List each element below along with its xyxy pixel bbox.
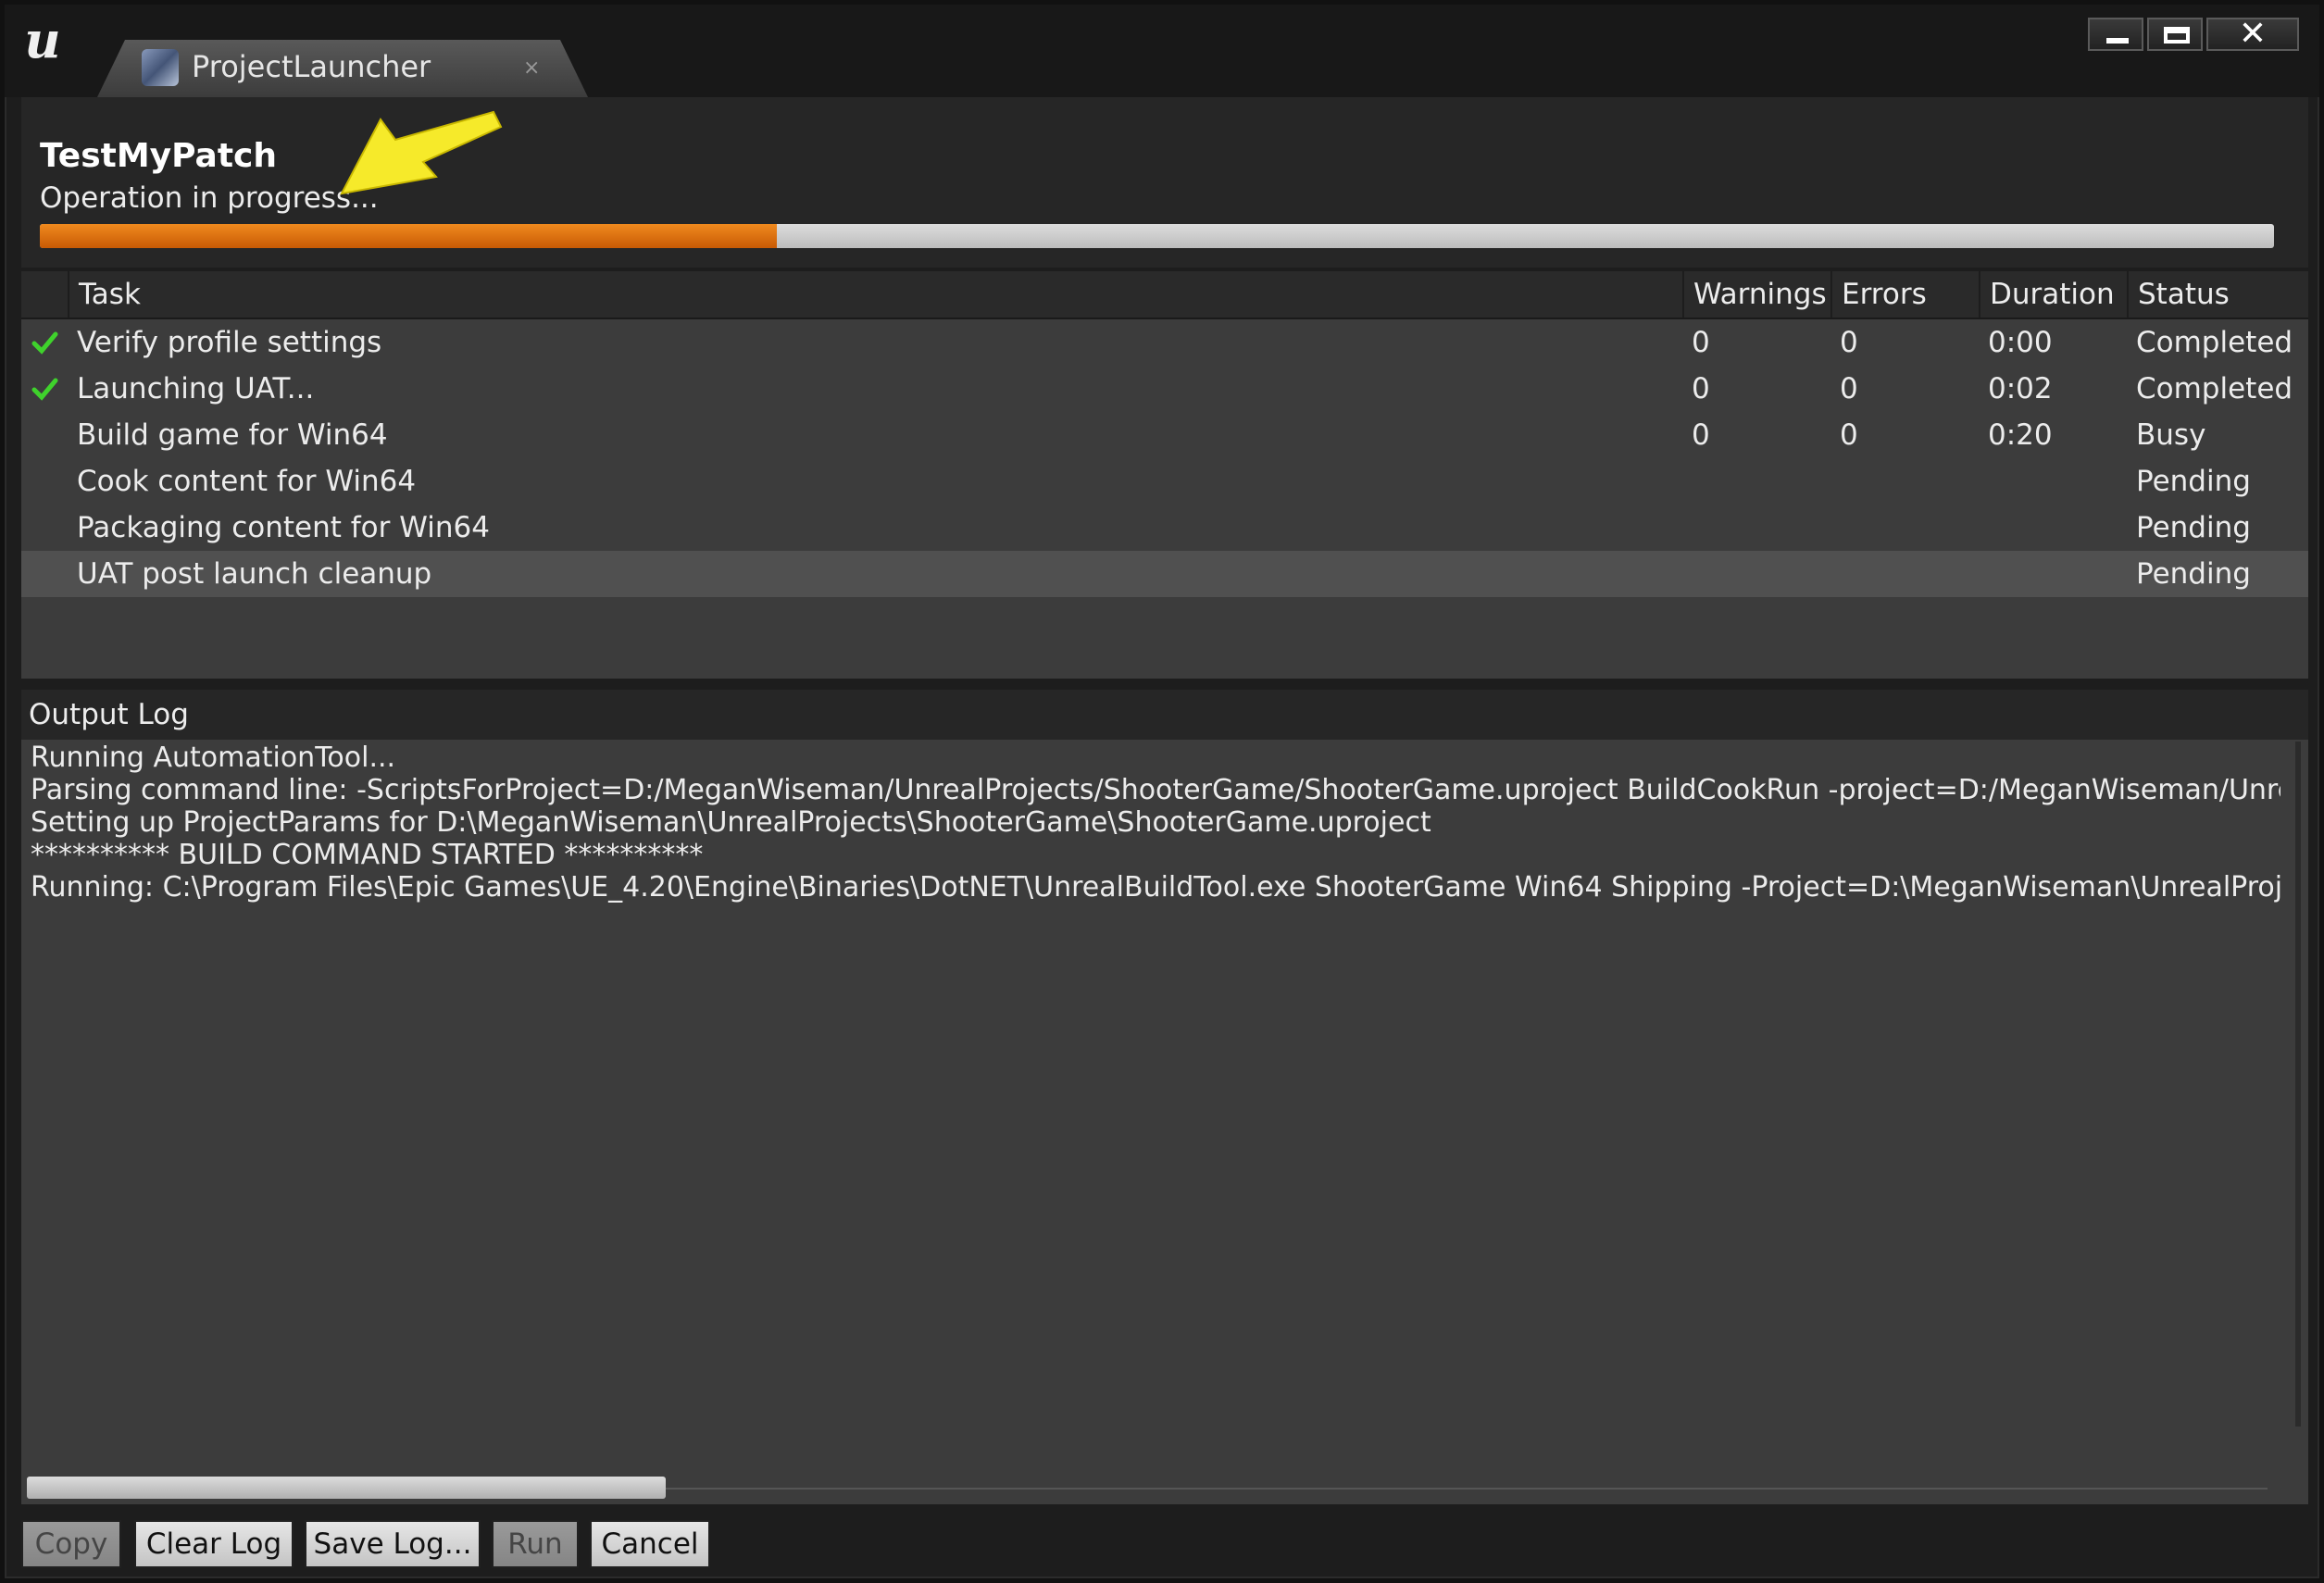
project-launcher-window: u ProjectLauncher × ✕ TestMyPatch Operat… (0, 0, 2324, 1583)
task-duration: 0:00 (1988, 326, 2053, 359)
minimize-button[interactable] (2088, 18, 2143, 51)
column-header-status[interactable]: Status (2127, 271, 2308, 318)
task-list-header: Task Warnings Errors Duration Status (21, 271, 2308, 319)
task-name: Packaging content for Win64 (77, 511, 490, 544)
log-line: Setting up ProjectParams for D:\MeganWis… (31, 806, 1431, 839)
maximize-button[interactable] (2147, 18, 2203, 51)
table-row[interactable]: Packaging content for Win64 Pending (21, 505, 2308, 551)
project-launcher-icon (142, 49, 179, 86)
checkmark-icon (31, 378, 58, 401)
task-errors: 0 (1840, 372, 1858, 405)
log-line: ********** BUILD COMMAND STARTED *******… (31, 839, 704, 871)
task-name: Launching UAT... (77, 372, 315, 405)
log-line: Running: C:\Program Files\Epic Games\UE_… (31, 871, 2280, 904)
close-icon: ✕ (2238, 15, 2268, 53)
column-header-warnings[interactable]: Warnings (1682, 271, 1830, 318)
copy-button[interactable]: Copy (21, 1520, 121, 1568)
save-log-button[interactable]: Save Log... (305, 1520, 481, 1568)
column-header-task[interactable]: Task (68, 271, 1697, 318)
title-bar: u ProjectLauncher × ✕ (5, 5, 2319, 97)
task-status: Pending (2136, 465, 2251, 498)
table-row[interactable]: Cook content for Win64 Pending (21, 458, 2308, 505)
progress-bar (40, 224, 2274, 248)
output-log-panel: Output Log Running AutomationTool... Pars… (21, 690, 2308, 1504)
output-log-text[interactable]: Running AutomationTool... Parsing command… (31, 742, 2280, 1408)
task-warnings: 0 (1692, 418, 1710, 452)
cancel-button[interactable]: Cancel (590, 1520, 710, 1568)
tab-close-icon[interactable]: × (523, 55, 540, 82)
task-name: Build game for Win64 (77, 418, 388, 452)
table-row[interactable]: Build game for Win64 0 0 0:20 Busy (21, 412, 2308, 458)
close-button[interactable]: ✕ (2206, 15, 2299, 53)
maximize-icon (2164, 27, 2190, 44)
task-list: Task Warnings Errors Duration Status Ver… (21, 271, 2308, 679)
table-row[interactable]: Launching UAT... 0 0 0:02 Completed (21, 366, 2308, 412)
task-duration: 0:20 (1988, 418, 2053, 452)
profile-name: TestMyPatch (40, 137, 278, 175)
log-line: Parsing command line: -ScriptsForProject… (31, 774, 2280, 806)
column-header-errors[interactable]: Errors (1830, 271, 1979, 318)
task-status: Completed (2136, 372, 2293, 405)
task-warnings: 0 (1692, 372, 1710, 405)
log-vertical-scrollbar[interactable] (2295, 742, 2301, 1427)
task-status: Pending (2136, 511, 2251, 544)
task-errors: 0 (1840, 418, 1858, 452)
task-status: Busy (2136, 418, 2206, 452)
tab-label: ProjectLauncher (192, 49, 431, 84)
log-line: Running AutomationTool... (31, 742, 396, 774)
task-status: Pending (2136, 557, 2251, 591)
unreal-logo-icon: u (24, 10, 61, 69)
output-log-title: Output Log (21, 690, 2308, 740)
progress-status-text: Operation in progress... (40, 181, 379, 215)
task-status: Completed (2136, 326, 2293, 359)
log-horizontal-scroll-thumb[interactable] (27, 1477, 666, 1499)
run-button[interactable]: Run (492, 1520, 579, 1568)
annotation-arrow-icon (340, 110, 503, 195)
minimize-icon (2106, 38, 2129, 44)
progress-bar-fill (40, 224, 778, 248)
table-row[interactable]: Verify profile settings 0 0 0:00 Completed (21, 319, 2308, 366)
task-name: UAT post launch cleanup (77, 557, 432, 591)
task-warnings: 0 (1692, 326, 1710, 359)
task-name: Verify profile settings (77, 326, 382, 359)
checkmark-icon (31, 331, 58, 355)
clear-log-button[interactable]: Clear Log (134, 1520, 294, 1568)
window-controls: ✕ (2088, 15, 2299, 53)
task-name: Cook content for Win64 (77, 465, 417, 498)
task-duration: 0:02 (1988, 372, 2053, 405)
task-errors: 0 (1840, 326, 1858, 359)
table-row[interactable]: UAT post launch cleanup Pending (21, 551, 2308, 597)
column-header-duration[interactable]: Duration (1979, 271, 2127, 318)
